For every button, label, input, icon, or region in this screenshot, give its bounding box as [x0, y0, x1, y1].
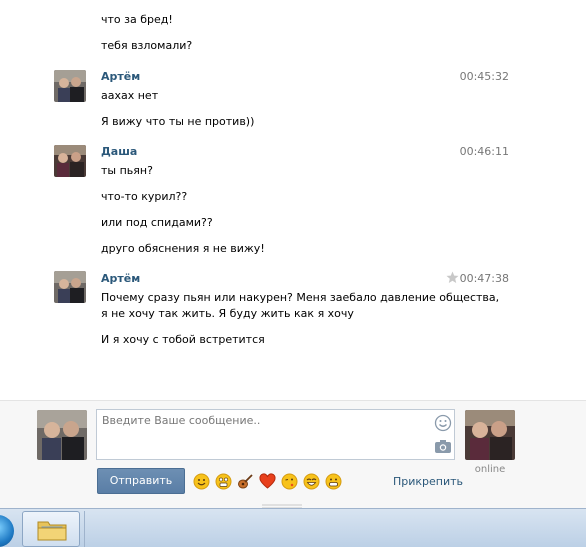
- message-text: ты пьян?: [101, 164, 153, 177]
- avatar[interactable]: [54, 70, 86, 102]
- smile-icon[interactable]: [434, 414, 452, 432]
- peer-avatar[interactable]: [465, 410, 515, 460]
- message-text: И я хочу с тобой встретится: [101, 333, 265, 346]
- message-composer: Введите Ваше сообщение.. online Отправит…: [0, 400, 586, 509]
- message-author[interactable]: Артём: [101, 70, 140, 83]
- guitar-emoji-icon[interactable]: [237, 473, 254, 490]
- message-text: что за бред!: [101, 13, 173, 26]
- message-text: или под спидами??: [101, 216, 213, 229]
- message-history: что за бред! тебя взломали? Артём 00:45:…: [0, 0, 586, 400]
- message-input[interactable]: Введите Ваше сообщение..: [96, 409, 455, 460]
- message-author[interactable]: Даша: [101, 145, 137, 158]
- laugh-emoji-icon[interactable]: [303, 473, 320, 490]
- taskbar-divider: [84, 511, 85, 547]
- message-text: Почему сразу пьян или накурен? Меня заеб…: [101, 291, 500, 304]
- grin-emoji-icon[interactable]: [325, 473, 342, 490]
- smile-emoji-icon[interactable]: [193, 473, 210, 490]
- message-text: аахах нет: [101, 89, 159, 102]
- scared-emoji-icon[interactable]: [215, 473, 232, 490]
- send-button[interactable]: Отправить: [97, 468, 185, 494]
- message-text: тебя взломали?: [101, 39, 193, 52]
- message-time: 00:46:11: [459, 145, 509, 158]
- taskbar: [0, 508, 586, 547]
- message-time: 00:47:38: [459, 272, 509, 285]
- avatar[interactable]: [54, 271, 86, 303]
- message-time: 00:45:32: [459, 70, 509, 83]
- start-button[interactable]: [0, 515, 14, 547]
- camera-icon[interactable]: [434, 439, 452, 454]
- message-text: что-то курил??: [101, 190, 188, 203]
- online-status: online: [474, 464, 506, 475]
- taskbar-item-explorer[interactable]: [22, 511, 80, 547]
- heart-emoji-icon[interactable]: [259, 473, 276, 490]
- kiss-emoji-icon[interactable]: [281, 473, 298, 490]
- message-text: Я вижу что ты не против)): [101, 115, 255, 128]
- message-text: друго обяснения я не вижу!: [101, 242, 265, 255]
- star-icon[interactable]: [446, 271, 459, 284]
- message-author[interactable]: Артём: [101, 272, 140, 285]
- message-text: я не хочу так жить. Я буду жить как я хо…: [101, 307, 354, 320]
- folder-icon: [36, 518, 68, 542]
- resize-grip[interactable]: [262, 499, 302, 509]
- avatar[interactable]: [54, 145, 86, 177]
- my-avatar[interactable]: [37, 410, 87, 460]
- attach-link[interactable]: Прикрепить: [393, 475, 463, 488]
